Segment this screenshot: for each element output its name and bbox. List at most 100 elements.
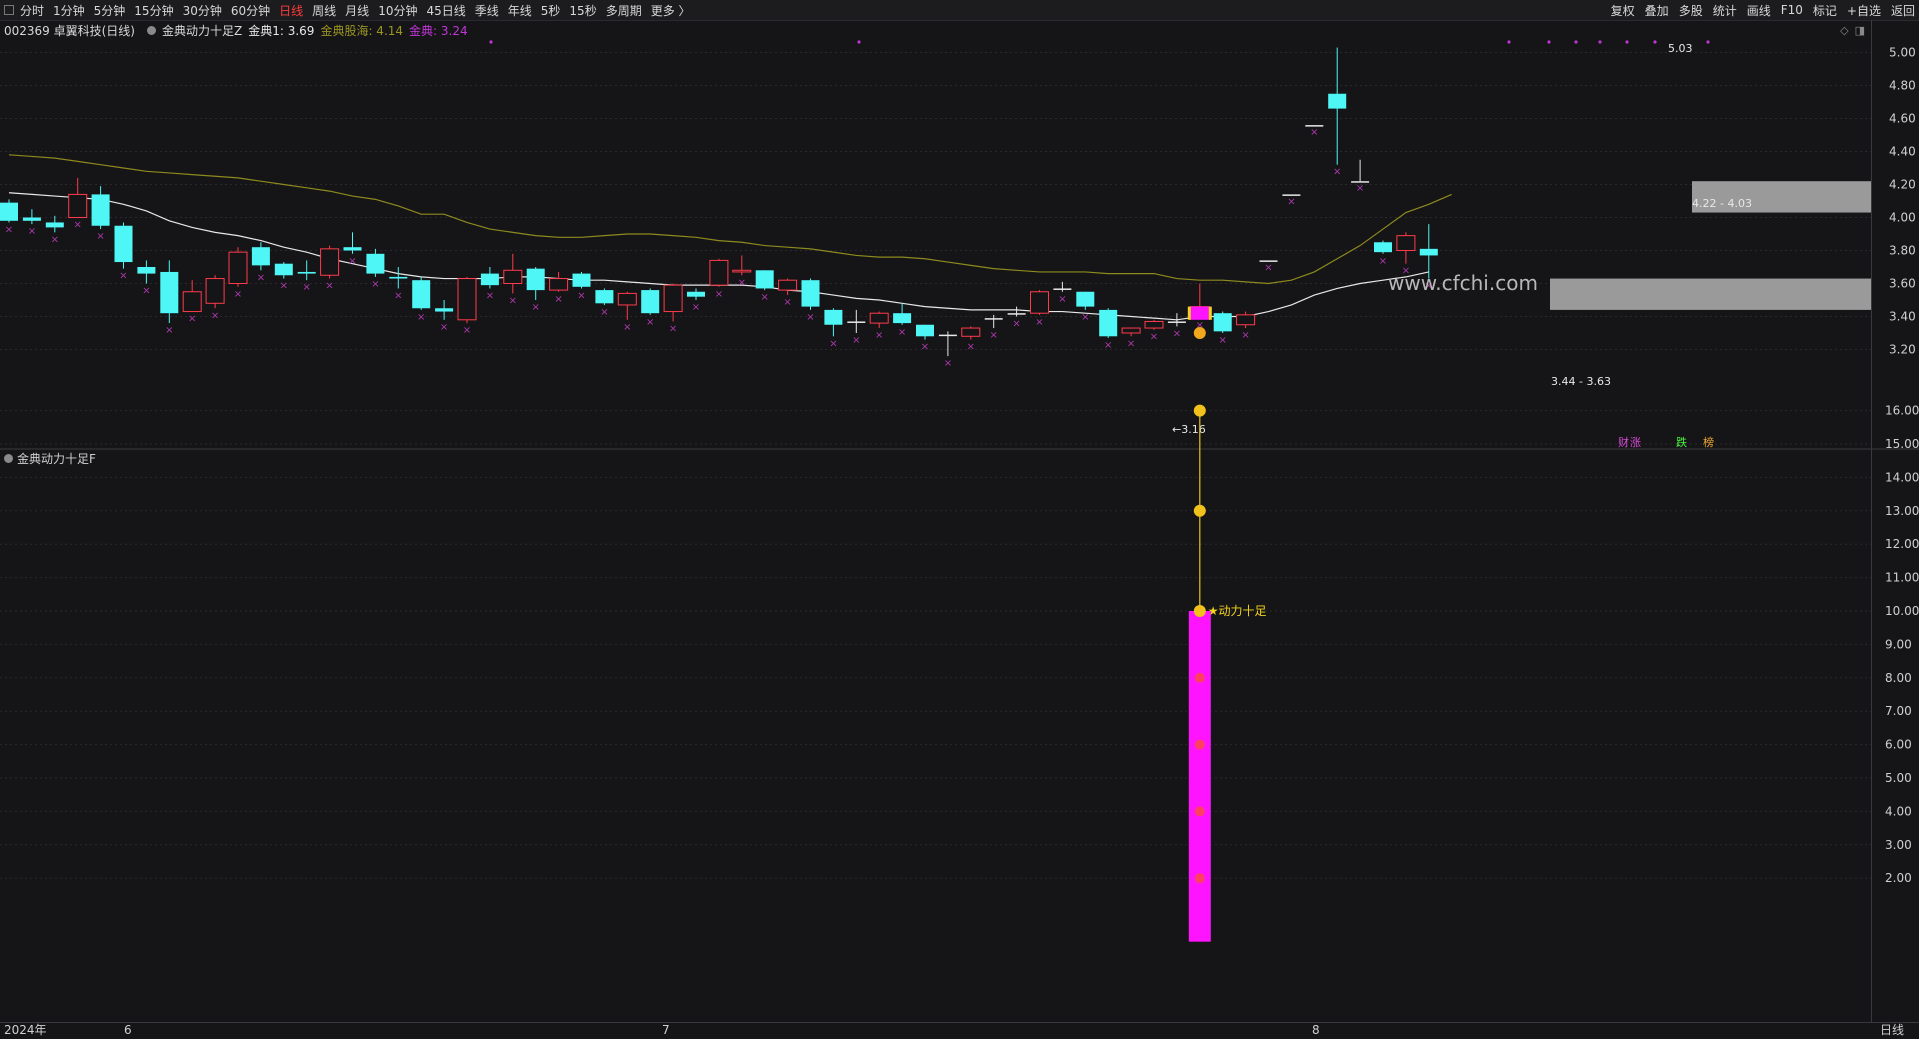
toolbar-button[interactable]: 叠加 xyxy=(1645,2,1669,19)
cross-marker: × xyxy=(1035,317,1043,328)
period-tab[interactable]: 45日线 xyxy=(426,2,465,19)
price-axis[interactable] xyxy=(1871,20,1919,1022)
indicator-settings-icon[interactable] xyxy=(147,25,156,35)
period-tab[interactable]: 分时 xyxy=(20,2,44,19)
candle-body xyxy=(114,225,133,263)
signal-arrow-icon xyxy=(1193,327,1206,339)
cross-marker: × xyxy=(829,338,837,349)
sub-indicator-settings-icon[interactable] xyxy=(4,453,13,463)
candle xyxy=(617,291,637,320)
cross-marker: × xyxy=(715,289,723,300)
candle xyxy=(503,253,523,294)
candle xyxy=(1030,290,1049,315)
candle xyxy=(778,278,798,296)
top-dot xyxy=(1706,40,1710,44)
period-tab[interactable]: 多周期 xyxy=(606,2,642,19)
candle-body xyxy=(641,290,660,314)
cross-marker: × xyxy=(509,295,517,306)
cross-marker: × xyxy=(28,226,36,237)
ma-line-short xyxy=(8,192,1429,321)
candle xyxy=(1236,311,1256,329)
candle xyxy=(1053,281,1072,292)
candle xyxy=(1282,194,1301,196)
cross-marker: × xyxy=(1356,183,1364,194)
time-axis[interactable] xyxy=(0,1022,1919,1039)
toolbar-button[interactable]: 多股 xyxy=(1679,2,1703,19)
period-tab[interactable]: 15秒 xyxy=(569,2,596,19)
cross-marker: × xyxy=(74,220,82,231)
candle xyxy=(68,177,88,218)
period-tab[interactable]: 30分钟 xyxy=(183,2,222,19)
candle-body xyxy=(663,284,683,313)
sub-indicator-name: 金典动力十足F xyxy=(17,451,96,466)
cross-marker: × xyxy=(1173,328,1181,339)
candle-body xyxy=(549,278,569,291)
candle-body xyxy=(503,269,523,284)
candle xyxy=(22,209,41,225)
toolbar-button[interactable]: 画线 xyxy=(1747,2,1771,19)
cross-marker: × xyxy=(554,294,562,305)
period-tab[interactable]: 更多 〉 xyxy=(651,2,691,19)
period-tab[interactable]: 5分钟 xyxy=(94,2,126,19)
period-tab[interactable]: 1分钟 xyxy=(53,2,85,19)
signal-marker xyxy=(1193,504,1206,517)
candle-body xyxy=(1419,248,1438,256)
cross-marker: × xyxy=(1402,266,1410,277)
cross-marker: × xyxy=(898,327,906,338)
candle-body xyxy=(1121,327,1141,334)
cross-marker: × xyxy=(1058,294,1066,305)
high-label: 5.03 xyxy=(1668,42,1693,55)
low-label: ←3.16 xyxy=(1172,423,1206,436)
toolbar-button[interactable]: 返回 xyxy=(1891,2,1915,19)
candle-body xyxy=(274,263,293,276)
period-tab[interactable]: 5秒 xyxy=(541,2,561,19)
candle-body xyxy=(457,278,477,321)
toolbar-button[interactable]: 复权 xyxy=(1611,2,1635,19)
panel-toggle-icon[interactable] xyxy=(4,5,14,15)
period-tab[interactable]: 日线 xyxy=(279,2,303,19)
candle xyxy=(1190,283,1210,319)
toolbar-button[interactable]: +自选 xyxy=(1847,2,1881,19)
period-tab[interactable]: 季线 xyxy=(475,2,499,19)
candle-body xyxy=(182,291,202,313)
diamond-icon[interactable]: ◇ xyxy=(1840,24,1848,37)
candle xyxy=(228,247,248,287)
candle xyxy=(687,288,705,300)
candle-body xyxy=(320,248,340,276)
period-tab[interactable]: 15分钟 xyxy=(134,2,173,19)
candle xyxy=(205,275,225,309)
cross-marker: × xyxy=(1127,338,1135,349)
candle xyxy=(801,278,820,310)
candle xyxy=(1396,232,1416,264)
period-tab[interactable]: 月线 xyxy=(345,2,369,19)
toolbar-button[interactable]: 统计 xyxy=(1713,2,1737,19)
toolbar-button[interactable]: 标记 xyxy=(1813,2,1837,19)
period-tab[interactable]: 周线 xyxy=(312,2,336,19)
candle-body xyxy=(22,217,41,221)
candle-body xyxy=(91,194,110,226)
cross-marker: × xyxy=(348,256,356,267)
cross-marker: × xyxy=(1333,167,1341,178)
window-icon[interactable]: ◨ xyxy=(1855,24,1865,37)
signal-marker xyxy=(1194,672,1205,683)
candle-body xyxy=(1305,125,1324,127)
candle xyxy=(847,309,866,333)
candle xyxy=(457,276,477,324)
period-tab[interactable]: 10分钟 xyxy=(378,2,417,19)
candle-body xyxy=(1167,321,1186,323)
top-dot xyxy=(1653,40,1657,44)
candle-body xyxy=(1190,306,1210,318)
period-tab[interactable]: 60分钟 xyxy=(231,2,270,19)
candle-body xyxy=(824,309,843,325)
signal-marker xyxy=(1194,739,1205,750)
candle xyxy=(1076,291,1095,310)
cross-marker: × xyxy=(257,272,265,283)
top-dot xyxy=(489,40,493,44)
cross-marker: × xyxy=(990,330,998,341)
candle-body xyxy=(893,313,912,324)
candle xyxy=(732,255,752,276)
top-dot xyxy=(857,40,861,44)
candle-body xyxy=(938,334,957,337)
period-tab[interactable]: 年线 xyxy=(508,2,532,19)
toolbar-button[interactable]: F10 xyxy=(1781,3,1803,17)
